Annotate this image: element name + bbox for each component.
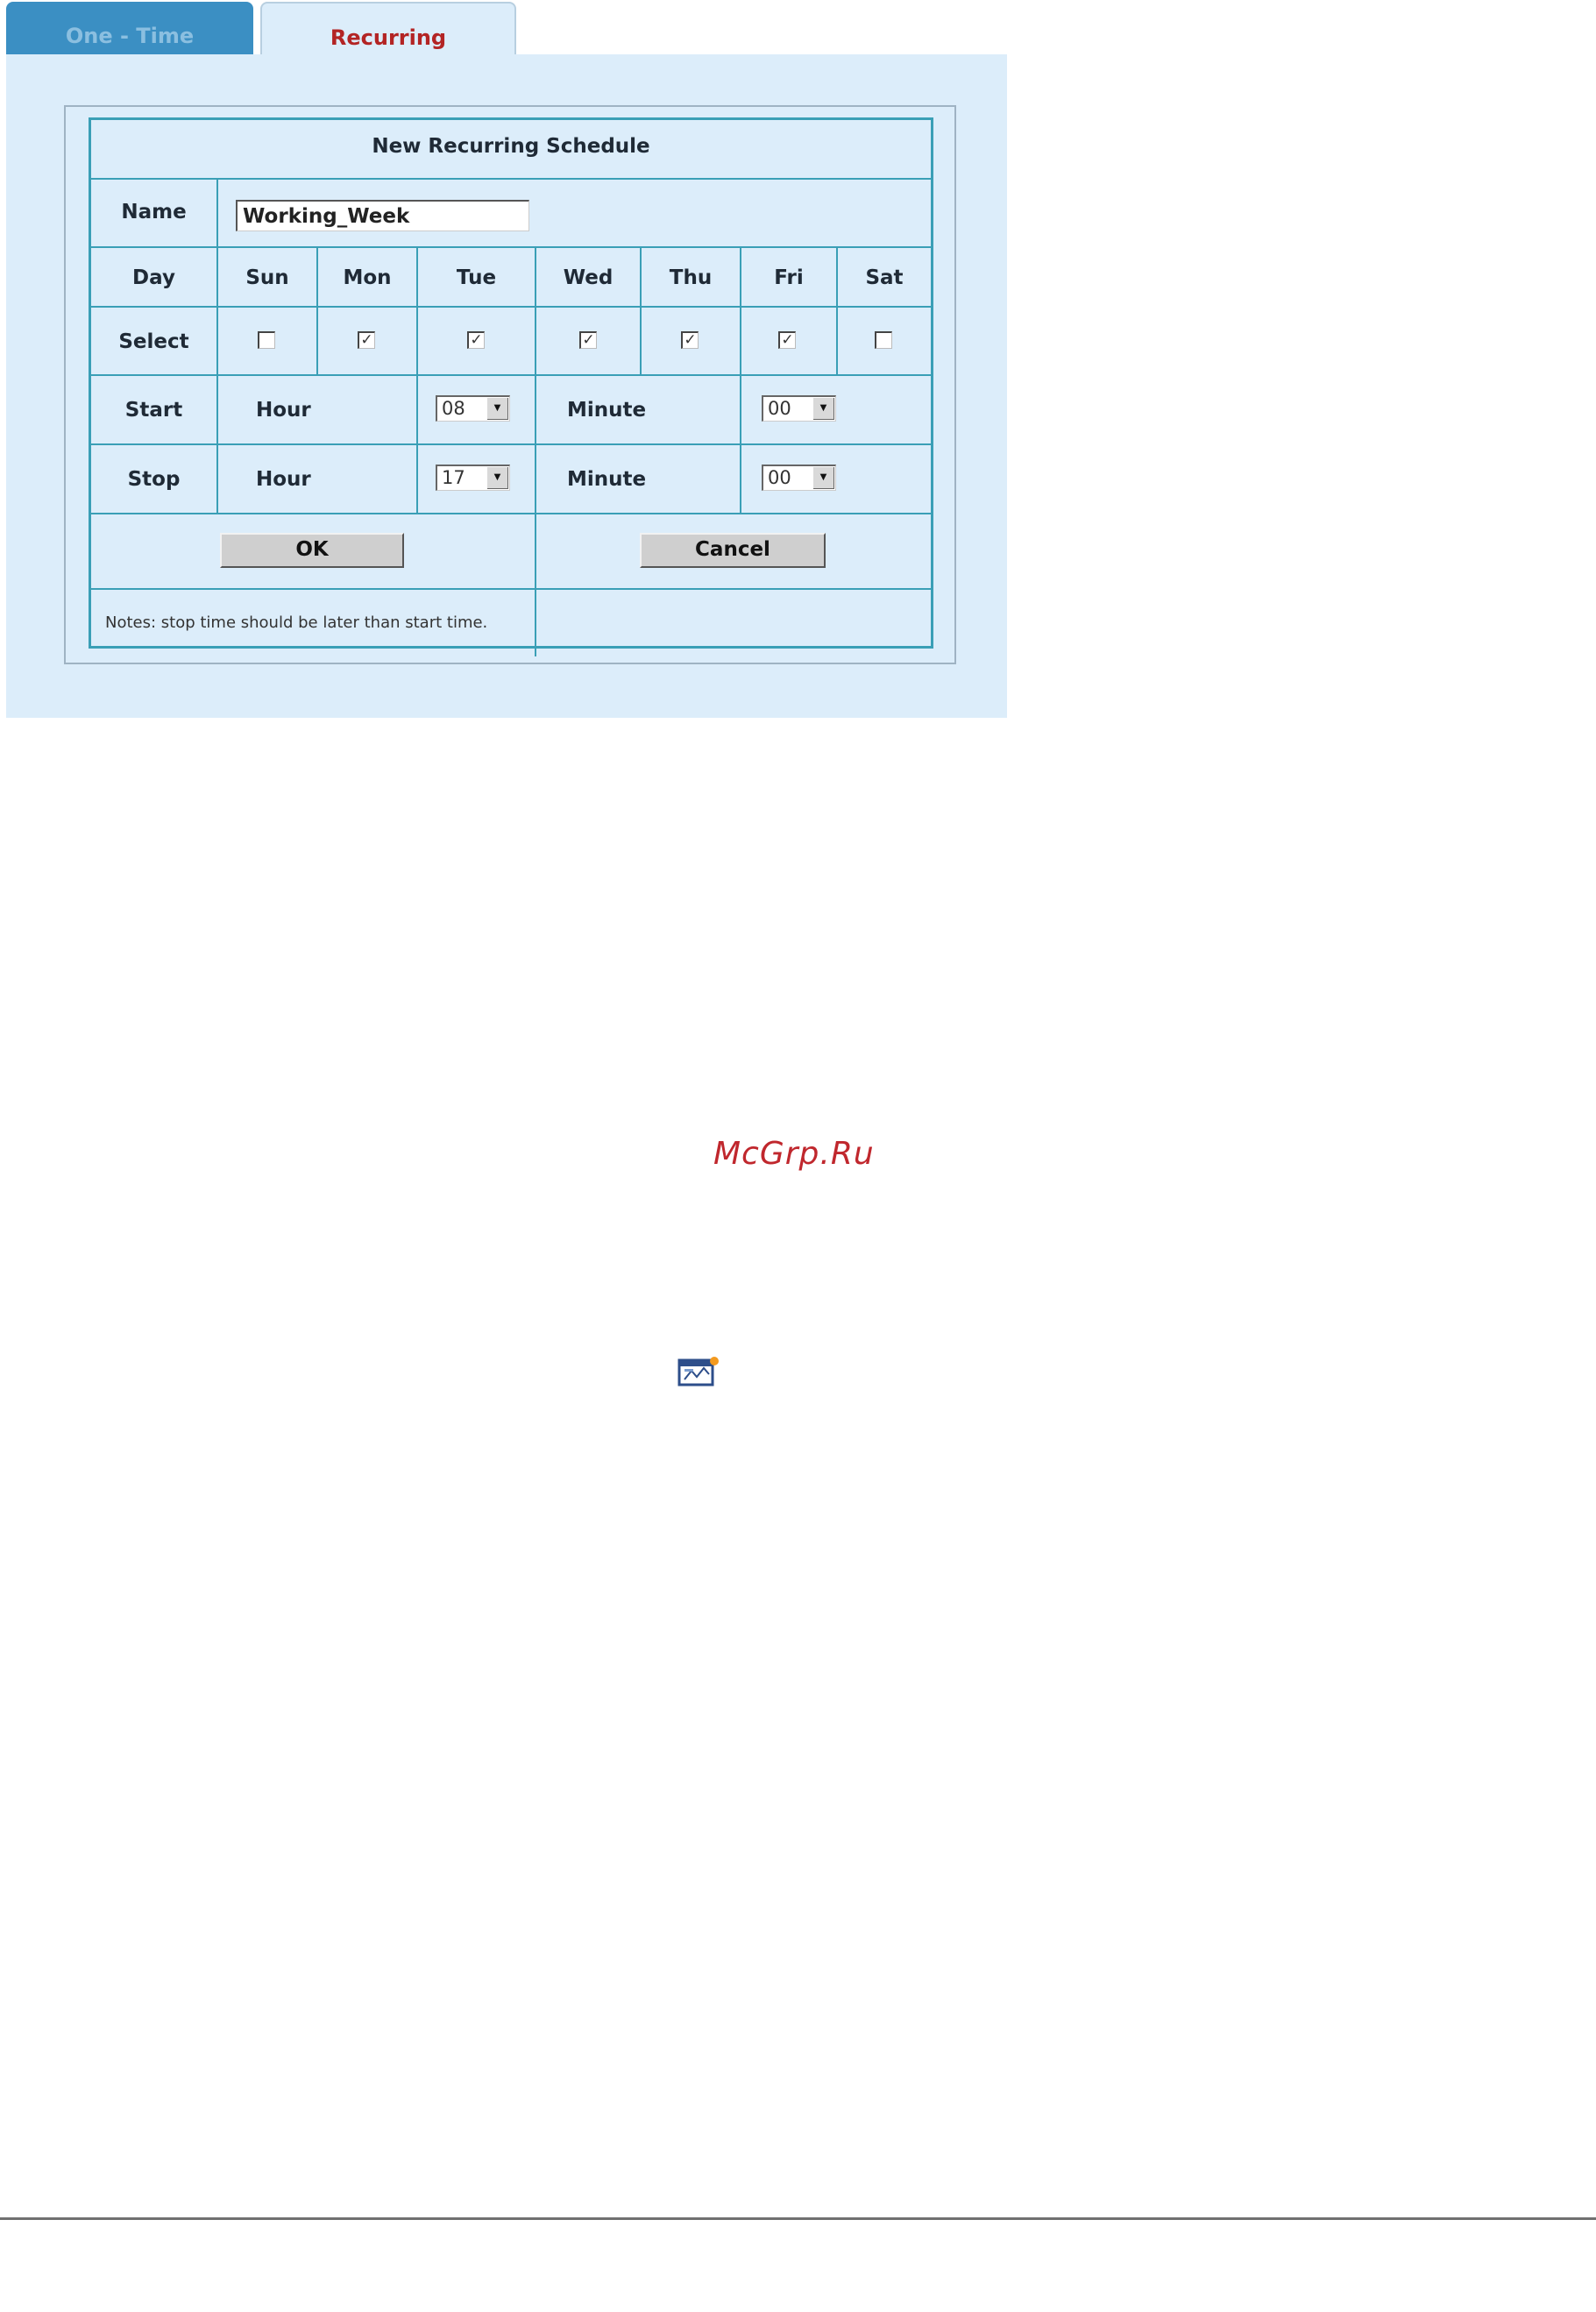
select-label: Select xyxy=(118,330,189,353)
day-header-sat: Sat xyxy=(865,266,904,289)
day-header-sun: Sun xyxy=(245,266,289,289)
day-header-thu: Thu xyxy=(669,266,713,289)
tab-recurring[interactable]: Recurring xyxy=(260,2,516,54)
row-divider xyxy=(91,588,931,590)
dropdown-arrow-icon: ▼ xyxy=(487,467,508,489)
start-hour-select[interactable]: 08 ▼ xyxy=(436,395,510,422)
col-divider xyxy=(216,178,218,513)
schedule-form: New Recurring Schedule Name Day Sun Mon … xyxy=(89,117,933,656)
col-divider xyxy=(836,246,838,374)
stop-label: Stop xyxy=(127,468,181,491)
start-minute-value: 00 xyxy=(768,398,791,419)
day-header-wed: Wed xyxy=(563,266,614,289)
cancel-button[interactable]: Cancel xyxy=(640,533,826,568)
stop-minute-label: Minute xyxy=(567,468,647,491)
checkbox-wed[interactable]: ✓ xyxy=(579,331,597,349)
stop-minute-select[interactable]: 00 ▼ xyxy=(762,465,836,491)
recurring-panel: New Recurring Schedule Name Day Sun Mon … xyxy=(6,54,1007,718)
name-label: Name xyxy=(121,201,187,223)
row-divider xyxy=(91,513,931,514)
start-minute-label: Minute xyxy=(567,399,647,422)
tab-one-time[interactable]: One - Time xyxy=(6,2,253,54)
col-divider xyxy=(535,246,536,656)
dropdown-arrow-icon: ▼ xyxy=(813,398,834,420)
footer-divider xyxy=(0,2217,1596,2220)
checkbox-sat[interactable] xyxy=(875,331,892,349)
day-header-fri: Fri xyxy=(774,266,804,289)
stop-hour-value: 17 xyxy=(442,467,465,488)
stop-hour-label: Hour xyxy=(256,468,311,491)
checkbox-tue[interactable]: ✓ xyxy=(467,331,485,349)
stop-hour-select[interactable]: 17 ▼ xyxy=(436,465,510,491)
day-header-mon: Mon xyxy=(343,266,392,289)
day-header-tue: Tue xyxy=(456,266,497,289)
day-label: Day xyxy=(132,266,175,289)
checkbox-fri[interactable]: ✓ xyxy=(778,331,796,349)
form-title: New Recurring Schedule xyxy=(372,135,650,158)
checkbox-thu[interactable]: ✓ xyxy=(681,331,699,349)
start-hour-label: Hour xyxy=(256,399,311,422)
checkbox-sun[interactable] xyxy=(258,331,275,349)
document-edit-icon[interactable] xyxy=(677,1355,720,1388)
stop-minute-value: 00 xyxy=(768,467,791,488)
notes-text: Notes: stop time should be later than st… xyxy=(105,613,488,632)
col-divider xyxy=(640,246,642,374)
name-field[interactable] xyxy=(236,200,529,231)
start-label: Start xyxy=(124,399,183,422)
checkbox-mon[interactable]: ✓ xyxy=(358,331,375,349)
watermark-text: McGrp.Ru xyxy=(713,1136,875,1172)
schedule-frame: New Recurring Schedule Name Day Sun Mon … xyxy=(64,105,956,664)
start-hour-value: 08 xyxy=(442,398,465,419)
ok-button[interactable]: OK xyxy=(220,533,404,568)
col-divider xyxy=(316,246,318,374)
dropdown-arrow-icon: ▼ xyxy=(813,467,834,489)
dropdown-arrow-icon: ▼ xyxy=(487,398,508,420)
start-minute-select[interactable]: 00 ▼ xyxy=(762,395,836,422)
